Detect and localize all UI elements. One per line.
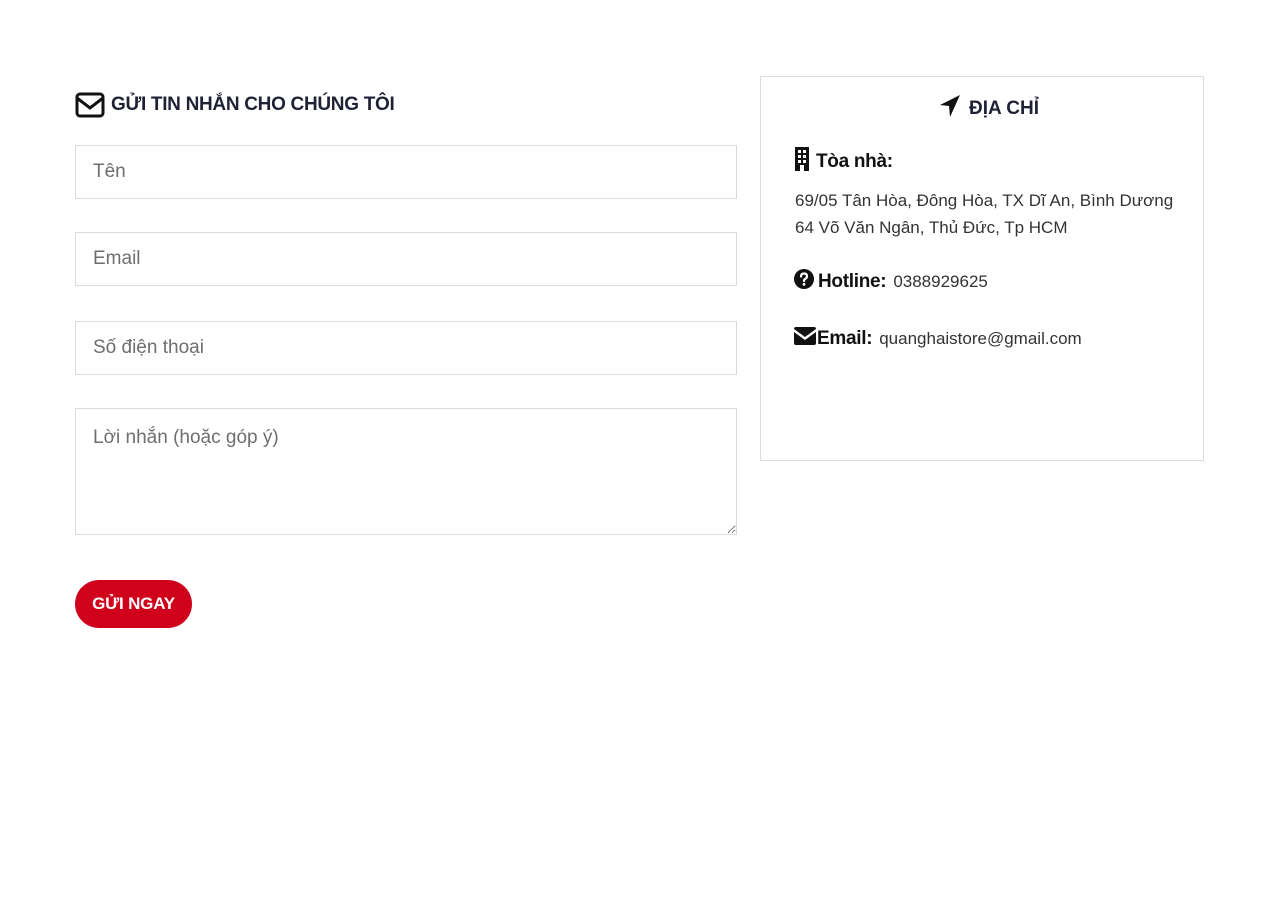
message-textarea[interactable] xyxy=(75,408,737,535)
building-row: Tòa nhà: xyxy=(794,147,893,176)
contact-page: GỬI TIN NHẮN CHO CHÚNG TÔI GỬI NGAY ĐỊA … xyxy=(0,0,1280,920)
address-card: ĐỊA CHỈ Tòa nhà: 69/05 Tân Hòa, Đông Hòa… xyxy=(760,76,1204,461)
hotline-label: Hotline: xyxy=(818,270,887,292)
send-button[interactable]: GỬI NGAY xyxy=(75,580,192,628)
building-icon xyxy=(794,147,810,176)
address-title-text: ĐỊA CHỈ xyxy=(968,98,1040,119)
building-label: Tòa nhà: xyxy=(816,150,893,172)
form-title-text: GỬI TIN NHẮN CHO CHÚNG TÔI xyxy=(111,94,395,115)
name-input[interactable] xyxy=(75,145,737,199)
address-lines: 69/05 Tân Hòa, Đông Hòa, TX Dĩ An, Bình … xyxy=(795,187,1173,241)
address-line: 64 Võ Văn Ngân, Thủ Đức, Tp HCM xyxy=(795,218,1068,237)
form-title: GỬI TIN NHẮN CHO CHÚNG TÔI xyxy=(75,88,737,122)
email-input[interactable] xyxy=(75,232,737,286)
hotline-value[interactable]: 0388929625 xyxy=(893,272,988,292)
contact-form: GỬI TIN NHẮN CHO CHÚNG TÔI GỬI NGAY xyxy=(75,88,737,628)
email-label: Email: xyxy=(817,327,873,349)
envelope-outline-icon xyxy=(75,85,105,125)
envelope-icon xyxy=(794,327,816,350)
address-line: 69/05 Tân Hòa, Đông Hòa, TX Dĩ An, Bình … xyxy=(795,191,1174,210)
location-arrow-icon xyxy=(939,93,961,125)
phone-input[interactable] xyxy=(75,321,737,375)
email-row: Email: quanghaistore@gmail.com xyxy=(794,327,1082,350)
address-title: ĐỊA CHỈ xyxy=(761,93,1203,125)
email-value[interactable]: quanghaistore@gmail.com xyxy=(879,329,1081,349)
question-circle-icon xyxy=(794,269,814,294)
hotline-row: Hotline: 0388929625 xyxy=(794,269,988,294)
